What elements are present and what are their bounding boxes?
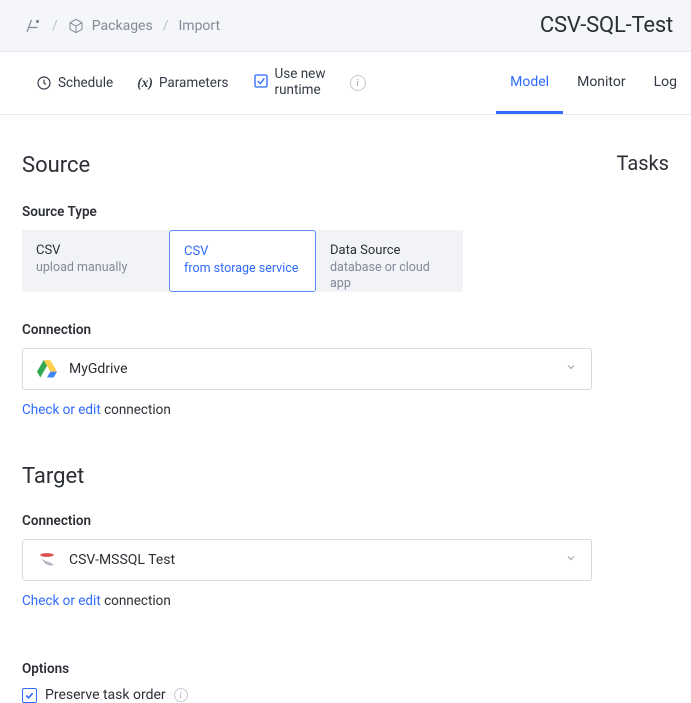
clock-icon	[36, 75, 52, 91]
info-icon[interactable]: i	[174, 688, 188, 702]
target-connection-value: CSV-MSSQL Test	[69, 552, 175, 568]
tab-model[interactable]: Model	[496, 52, 563, 114]
source-type-selector: CSV upload manually CSV from storage ser…	[22, 230, 669, 292]
tasks-heading[interactable]: Tasks	[617, 151, 670, 175]
page-title: CSV-SQL-Test	[540, 13, 673, 38]
preserve-task-order-row: Preserve task order i	[22, 687, 669, 703]
breadcrumb-packages[interactable]: Packages	[68, 18, 153, 34]
target-connection-dropdown[interactable]: CSV-MSSQL Test	[22, 539, 592, 581]
source-type-label: Source Type	[22, 204, 669, 220]
checkbox-checked-icon	[253, 73, 269, 93]
subnav: Schedule (x) Parameters Use new runtime …	[0, 52, 691, 115]
breadcrumb-sep: /	[163, 18, 169, 34]
source-type-csv-manual[interactable]: CSV upload manually	[22, 230, 169, 292]
sql-server-icon	[37, 550, 57, 570]
source-connection-dropdown[interactable]: MyGdrive	[22, 348, 592, 390]
source-check-edit: Check or edit connection	[22, 402, 592, 418]
nav-use-new-runtime[interactable]: Use new runtime	[253, 67, 326, 98]
source-type-datasource[interactable]: Data Source database or cloud app	[316, 230, 463, 292]
nav-parameters[interactable]: (x) Parameters	[137, 75, 228, 91]
source-check-edit-link[interactable]: Check or edit	[22, 402, 101, 418]
source-heading: Source	[22, 153, 669, 178]
google-drive-icon	[37, 359, 57, 379]
subnav-left: Schedule (x) Parameters Use new runtime …	[36, 67, 366, 98]
chevron-down-icon	[565, 361, 577, 377]
tab-monitor[interactable]: Monitor	[563, 52, 640, 114]
source-type-csv-storage[interactable]: CSV from storage service	[169, 230, 316, 292]
target-check-edit-link[interactable]: Check or edit	[22, 593, 101, 609]
source-connection-value: MyGdrive	[69, 361, 128, 377]
variable-icon: (x)	[137, 75, 153, 91]
source-connection-label: Connection	[22, 322, 669, 338]
breadcrumb-current-label: Import	[178, 18, 220, 34]
nav-schedule-label: Schedule	[58, 75, 113, 91]
home-icon[interactable]	[24, 17, 42, 35]
nav-parameters-label: Parameters	[159, 75, 229, 91]
breadcrumb-bar: / Packages / Import CSV-SQL-Test	[0, 0, 691, 52]
options-block: Options Preserve task order i	[22, 661, 669, 703]
tabs: Model Monitor Log	[496, 52, 691, 114]
target-heading: Target	[22, 464, 669, 489]
preserve-task-order-label: Preserve task order	[45, 687, 166, 703]
breadcrumb-packages-label: Packages	[92, 18, 153, 34]
info-icon[interactable]: i	[350, 75, 366, 91]
options-heading: Options	[22, 661, 669, 677]
tab-log[interactable]: Log	[640, 52, 691, 114]
target-check-edit: Check or edit connection	[22, 593, 592, 609]
check-icon	[24, 690, 35, 701]
nav-runtime-label: Use new runtime	[275, 67, 326, 98]
breadcrumb-sep: /	[52, 18, 58, 34]
breadcrumb-current: Import	[178, 18, 220, 34]
target-connection-label: Connection	[22, 513, 669, 529]
nav-schedule[interactable]: Schedule	[36, 75, 113, 91]
chevron-down-icon	[565, 552, 577, 568]
main-content: Tasks Source Source Type CSV upload manu…	[0, 115, 691, 703]
